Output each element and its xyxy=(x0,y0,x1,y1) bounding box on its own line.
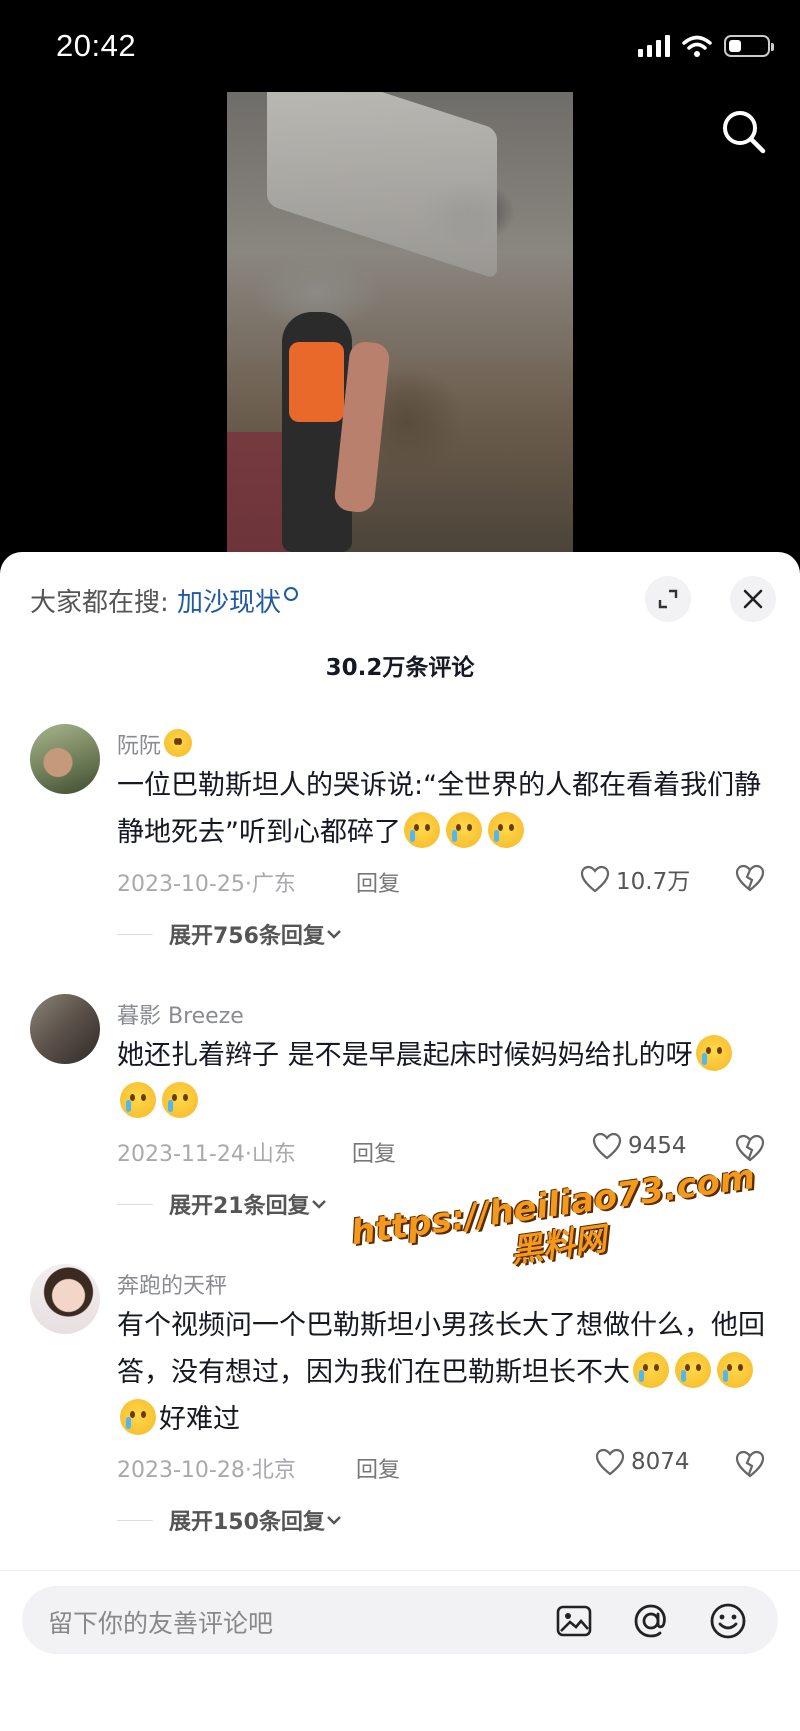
signal-icon xyxy=(638,35,670,57)
pleading-emoji-icon xyxy=(633,1352,669,1388)
expand-replies-label: 展开756条回复 xyxy=(169,924,325,949)
dislike-icon[interactable] xyxy=(735,1450,765,1478)
search-hint-keyword[interactable]: 加沙现状 xyxy=(177,588,281,618)
chevron-down-icon xyxy=(327,930,341,939)
image-icon[interactable] xyxy=(555,1602,593,1640)
comment-input[interactable]: 留下你的友善评论吧 xyxy=(22,1586,778,1654)
like-button[interactable]: 9454 xyxy=(592,1132,687,1160)
search-hint-label: 大家都在搜: xyxy=(30,588,169,618)
close-button[interactable] xyxy=(730,576,776,622)
comment-count: 30.2万条评论 xyxy=(325,655,475,681)
comment-date-location: 2023-11-24·山东 xyxy=(117,1142,296,1167)
like-button[interactable]: 10.7万 xyxy=(580,862,690,896)
comment-text: 有个视频问一个巴勒斯坦小男孩长大了想做什么，他回答，没有想过，因为我们在巴勒斯坦… xyxy=(117,1302,767,1443)
search-icon[interactable] xyxy=(718,106,770,158)
status-bar: 20:42 xyxy=(0,0,800,92)
avatar[interactable] xyxy=(30,1264,100,1334)
crying-emoji-icon xyxy=(488,812,524,848)
expand-button[interactable] xyxy=(645,576,691,622)
avatar[interactable] xyxy=(30,724,100,794)
status-icons xyxy=(638,34,774,58)
expand-replies[interactable]: 展开756条回复 xyxy=(117,918,343,950)
battery-icon xyxy=(724,35,774,57)
crying-emoji-icon xyxy=(446,812,482,848)
like-button[interactable]: 8074 xyxy=(595,1448,690,1476)
reply-button[interactable]: 回复 xyxy=(352,1136,396,1168)
divider xyxy=(0,1570,800,1571)
expand-replies[interactable]: 展开150条回复 xyxy=(117,1504,343,1536)
comment-username[interactable]: 暮影 Breeze xyxy=(117,998,244,1030)
search-suggestion[interactable]: 大家都在搜: 加沙现状 xyxy=(30,582,299,619)
status-time: 20:42 xyxy=(56,28,137,63)
pleading-emoji-icon xyxy=(120,1399,156,1435)
comment-text-tail: 好难过 xyxy=(159,1404,240,1435)
like-count: 10.7万 xyxy=(616,869,691,895)
search-small-icon xyxy=(284,587,299,601)
like-count: 8074 xyxy=(631,1449,690,1475)
heart-icon xyxy=(595,1448,625,1476)
expand-replies-label: 展开150条回复 xyxy=(169,1510,325,1535)
reply-button[interactable]: 回复 xyxy=(356,1452,400,1484)
like-count: 9454 xyxy=(628,1133,687,1159)
comment-input-placeholder: 留下你的友善评论吧 xyxy=(48,1609,274,1638)
heart-icon xyxy=(592,1132,622,1160)
comment-text-body: 一位巴勒斯坦人的哭诉说:“全世界的人都在看着我们静静地死去”听到心都碎了 xyxy=(117,770,762,848)
pleading-emoji-icon xyxy=(717,1352,753,1388)
avatar[interactable] xyxy=(30,994,100,1064)
reply-button[interactable]: 回复 xyxy=(356,866,400,898)
comment-text: 一位巴勒斯坦人的哭诉说:“全世界的人都在看着我们静静地死去”听到心都碎了 xyxy=(117,762,767,856)
sad-emoji-icon xyxy=(695,1035,732,1071)
sad-emoji-icon xyxy=(120,1082,156,1118)
comment-username[interactable]: 阮阮 xyxy=(117,728,195,760)
at-icon[interactable] xyxy=(632,1602,670,1640)
heart-icon xyxy=(580,865,610,893)
comment-text-body: 她还扎着辫子 是不是早晨起床时候妈妈给扎的呀 xyxy=(117,1040,693,1071)
close-icon xyxy=(743,589,763,609)
wifi-icon xyxy=(682,35,712,57)
chevron-down-icon xyxy=(311,1200,326,1209)
dislike-icon[interactable] xyxy=(735,864,765,892)
comment-username[interactable]: 奔跑的天秤 xyxy=(117,1268,227,1300)
comment-date-location: 2023-10-25·广东 xyxy=(117,872,296,897)
video-player[interactable] xyxy=(227,92,573,552)
crying-emoji-icon xyxy=(404,812,440,848)
chevron-down-icon xyxy=(327,1516,341,1525)
sad-emoji-icon xyxy=(162,1082,198,1118)
expand-replies-label: 展开21条回复 xyxy=(169,1194,310,1219)
emoji-icon[interactable] xyxy=(709,1602,747,1640)
pleading-emoji-icon xyxy=(675,1352,711,1388)
username-text: 阮阮 xyxy=(117,734,162,759)
expand-icon xyxy=(658,589,678,609)
expand-replies[interactable]: 展开21条回复 xyxy=(117,1188,328,1220)
comment-date-location: 2023-10-28·北京 xyxy=(117,1458,296,1483)
pleading-emoji-icon xyxy=(164,729,193,757)
comment-text: 她还扎着辫子 是不是早晨起床时候妈妈给扎的呀 xyxy=(117,1032,767,1126)
